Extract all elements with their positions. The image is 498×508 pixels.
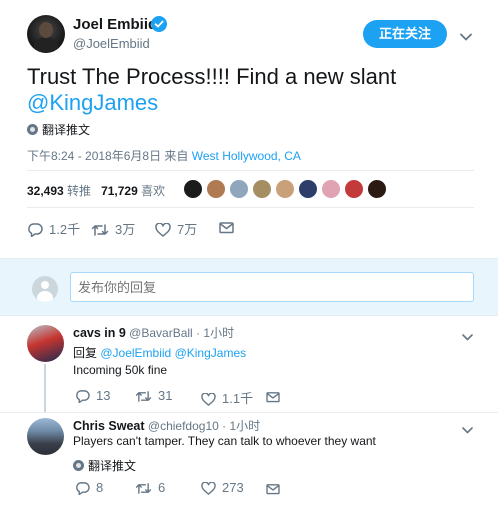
translate-tweet-link[interactable]: 翻译推文 [73,457,136,474]
retweet-action-count: 3万 [115,222,136,237]
like-action[interactable]: 273 [201,480,244,495]
retweet-icon [91,224,109,236]
retweet-action[interactable]: 31 [135,388,172,403]
retweet-count: 31 [158,388,173,403]
liker-avatar[interactable] [252,179,272,199]
translate-label: 翻译推文 [88,459,137,473]
reply-count: 1.2千 [49,222,81,237]
following-button[interactable]: 正在关注 [363,20,447,48]
liker-avatar[interactable] [206,179,226,199]
reply-action[interactable]: 1.2千 [27,219,80,238]
globe-icon [73,460,84,471]
liker-avatar[interactable] [321,179,341,199]
reply-author-handle[interactable]: @chiefdog10 [148,419,219,433]
liker-avatar[interactable] [229,179,249,199]
heart-icon [155,222,171,237]
reply-header: cavs in 9 @BavarBall · 1小时 [73,324,234,341]
retweet-icon [135,483,152,494]
reply-time[interactable]: · 1小时 [196,326,234,340]
direct-message-action[interactable] [266,388,286,403]
reply-tweet[interactable]: cavs in 9 @BavarBall · 1小时 回复 @JoelEmbii… [0,317,498,412]
tweet-text-body: Trust The Process!!!! Find a new slant [27,64,397,89]
divider [27,207,474,208]
main-tweet: Joel Embiid @JoelEmbiid 正在关注 Trust The P… [0,0,498,258]
reply-count: 8 [96,480,104,495]
reply-icon [76,390,90,404]
reply-author-name[interactable]: Chris Sweat [73,419,145,433]
reply-avatar[interactable] [27,325,64,362]
retweet-count-label: 转推 [67,184,92,198]
globe-icon [27,124,38,135]
liker-avatar[interactable] [183,179,203,199]
like-action[interactable]: 7万 [155,219,197,238]
reply-avatar[interactable] [27,418,64,455]
author-avatar[interactable] [27,15,65,53]
divider [0,412,498,413]
message-icon [266,392,280,403]
reply-icon [76,482,90,496]
reply-author-name[interactable]: cavs in 9 [73,326,126,340]
translate-tweet-link[interactable]: 翻译推文 [27,121,90,138]
like-count[interactable]: 71,729 [101,184,138,198]
chevron-down-icon[interactable] [460,28,472,46]
reply-text: Players can't tamper. They can talk to w… [73,434,376,448]
reply-composer [0,258,498,316]
direct-message-action[interactable] [219,219,240,234]
reply-author-handle[interactable]: @BavarBall [129,326,193,340]
tweet-text: Trust The Process!!!! Find a new slant @… [27,64,477,116]
retweet-icon [135,391,152,402]
reply-text: Incoming 50k fine [73,363,168,377]
liker-avatar[interactable] [344,179,364,199]
verified-badge-icon [151,16,167,32]
liker-avatar[interactable] [275,179,295,199]
chevron-down-icon[interactable] [462,421,473,439]
thread-line [44,364,46,412]
like-count-label: 喜欢 [141,184,166,198]
location-link[interactable]: West Hollywood, CA [192,149,301,163]
retweet-count: 6 [158,480,166,495]
chevron-down-icon[interactable] [462,328,473,346]
retweet-action[interactable]: 3万 [91,219,135,238]
reply-to-label: 回复 [73,346,98,360]
retweet-action[interactable]: 6 [135,480,165,495]
reply-count: 13 [96,388,111,403]
reply-tweet[interactable]: Chris Sweat @chiefdog10 · 1小时 Players ca… [0,412,498,508]
translate-label: 翻译推文 [42,123,91,137]
divider [27,170,474,171]
mention-link[interactable]: @KingJames [27,90,158,115]
liker-avatar[interactable] [298,179,318,199]
message-icon [219,222,234,234]
reply-context: 回复 @JoelEmbiid @KingJames [73,344,246,361]
direct-message-action[interactable] [266,480,286,495]
reply-time[interactable]: · 1小时 [222,419,260,433]
tweet-stats: 32,493 转推 71,729 喜欢 [27,182,165,199]
reply-icon [28,223,43,238]
author-handle[interactable]: @JoelEmbiid [73,36,150,51]
reply-action[interactable]: 8 [75,480,104,496]
author-name[interactable]: Joel Embiid [73,16,157,33]
message-icon [266,484,280,495]
retweet-count[interactable]: 32,493 [27,184,64,198]
like-action[interactable]: 1.1千 [201,388,253,407]
like-action-count: 7万 [177,222,198,237]
timestamp: 下午8:24 - 2018年6月8日 来自 [27,149,189,163]
reply-to-mentions[interactable]: @JoelEmbiid @KingJames [100,346,246,360]
reply-header: Chris Sweat @chiefdog10 · 1小时 [73,417,260,434]
heart-icon [201,481,216,495]
heart-icon [201,392,216,406]
tweet-meta: 下午8:24 - 2018年6月8日 来自 West Hollywood, CA [27,147,301,164]
my-avatar[interactable] [32,276,58,302]
reply-input[interactable] [70,272,474,302]
reply-action[interactable]: 13 [75,388,111,404]
like-count: 1.1千 [222,391,254,406]
like-count: 273 [222,480,244,495]
liker-avatar[interactable] [367,179,387,199]
